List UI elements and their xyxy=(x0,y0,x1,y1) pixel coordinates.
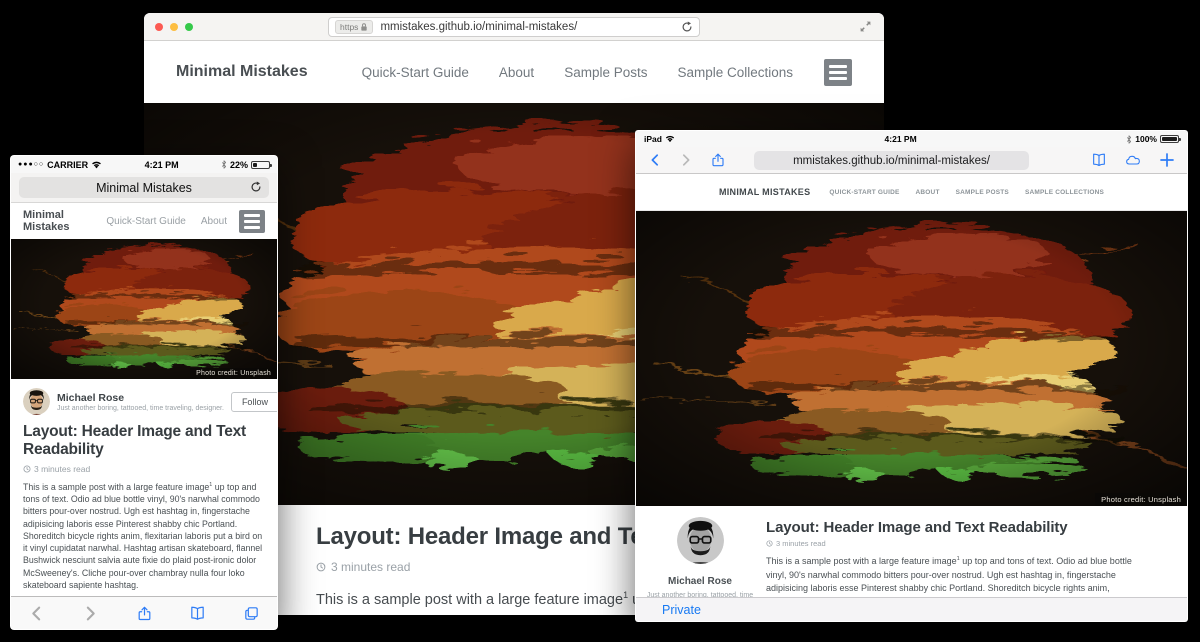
read-time: 3 minutes read xyxy=(23,464,265,474)
icloud-tabs-icon[interactable] xyxy=(1125,152,1141,168)
read-time: 3 minutes read xyxy=(766,539,1135,548)
wifi-icon xyxy=(665,135,675,143)
post-body: This is a sample post with a large featu… xyxy=(23,481,265,592)
nav-item-about[interactable]: About xyxy=(499,65,534,80)
https-badge: https xyxy=(335,20,373,34)
iphone-post-content: Michael Rose Just another boring, tattoo… xyxy=(11,379,277,598)
private-browsing-bar: Private xyxy=(636,597,1187,621)
bookmarks-icon[interactable] xyxy=(1091,152,1107,168)
iphone-urlbar: Minimal Mistakes xyxy=(11,173,277,202)
battery-icon xyxy=(251,161,270,169)
https-label: https xyxy=(340,22,358,32)
bookmarks-icon[interactable] xyxy=(189,605,206,622)
ipad-browser-toolbar: mmistakes.github.io/minimal-mistakes/ xyxy=(636,147,1187,174)
window-controls xyxy=(155,23,193,31)
wifi-icon xyxy=(91,161,102,169)
ipad-nav-links: QUICK-START GUIDE ABOUT SAMPLE POSTS SAM… xyxy=(829,189,1104,196)
iphone-status-bar: ●●●○○ CARRIER 4:21 PM 22% xyxy=(11,156,277,173)
clock-icon xyxy=(316,562,326,572)
author-avatar xyxy=(23,388,50,415)
nav-item-sample-collections[interactable]: SAMPLE COLLECTIONS xyxy=(1025,189,1104,196)
battery-percent: 100% xyxy=(1135,134,1157,144)
iphone-nav-links: Quick-Start Guide About xyxy=(106,216,227,227)
author-name: Michael Rose xyxy=(57,392,224,404)
back-icon[interactable] xyxy=(28,605,45,622)
carrier-label: CARRIER xyxy=(47,160,88,170)
author-avatar xyxy=(677,517,724,564)
reload-icon[interactable] xyxy=(250,181,262,193)
author-meta: Michael Rose Just another boring, tattoo… xyxy=(57,392,224,412)
new-tab-icon[interactable] xyxy=(1159,152,1175,168)
hamburger-menu-icon[interactable] xyxy=(824,59,852,86)
nav-item-quick-start-guide[interactable]: Quick-Start Guide xyxy=(106,216,185,227)
nav-item-sample-collections[interactable]: Sample Collections xyxy=(677,65,793,80)
share-icon[interactable] xyxy=(136,605,153,622)
lock-icon xyxy=(360,22,368,32)
post-title: Layout: Header Image and Text Readabilit… xyxy=(766,519,1135,536)
photo-credit: Photo credit: Unsplash xyxy=(1095,493,1187,506)
share-icon[interactable] xyxy=(710,152,726,168)
desktop-address-bar[interactable]: https mmistakes.github.io/minimal-mistak… xyxy=(328,17,700,37)
post-body: This is a sample post with a large featu… xyxy=(766,555,1135,599)
clock-icon xyxy=(23,465,31,473)
iphone-address-bar[interactable]: Minimal Mistakes xyxy=(19,177,269,198)
minimize-window-icon[interactable] xyxy=(170,23,178,31)
url-text: mmistakes.github.io/minimal-mistakes/ xyxy=(380,21,674,33)
private-button[interactable]: Private xyxy=(662,603,701,617)
leaves-photo xyxy=(11,239,277,379)
iphone-bottom-toolbar xyxy=(11,596,277,629)
nav-item-about[interactable]: About xyxy=(201,216,227,227)
bluetooth-icon xyxy=(221,160,227,169)
iphone-site-nav: Minimal Mistakes Quick-Start Guide About xyxy=(11,202,277,239)
clock-icon xyxy=(766,540,773,547)
author-row: Michael Rose Just another boring, tattoo… xyxy=(23,388,265,415)
ipad-post-content: Michael Rose Just another boring, tattoo… xyxy=(636,506,1187,599)
nav-item-about[interactable]: ABOUT xyxy=(916,189,940,196)
hamburger-menu-icon[interactable] xyxy=(239,210,265,233)
showcase-canvas: https mmistakes.github.io/minimal-mistak… xyxy=(0,0,1200,642)
ipad-address-bar[interactable]: mmistakes.github.io/minimal-mistakes/ xyxy=(754,151,1029,170)
nav-item-sample-posts[interactable]: SAMPLE POSTS xyxy=(956,189,1009,196)
battery-percent: 22% xyxy=(230,160,248,170)
author-bio: Just another boring, tattooed, time trav… xyxy=(57,405,224,412)
nav-item-quick-start-guide[interactable]: QUICK-START GUIDE xyxy=(829,189,899,196)
site-brand[interactable]: Minimal Mistakes xyxy=(23,209,106,233)
status-time: 4:21 PM xyxy=(675,134,1126,144)
photo-credit: Photo credit: Unsplash xyxy=(190,368,277,379)
status-time: 4:21 PM xyxy=(102,160,221,170)
post-header-image: Photo credit: Unsplash xyxy=(636,211,1187,506)
leaves-photo xyxy=(636,211,1187,506)
post-header-image: Photo credit: Unsplash xyxy=(11,239,277,379)
ipad-site-nav: MINIMAL MISTAKES QUICK-START GUIDE ABOUT… xyxy=(636,174,1187,211)
desktop-site-nav: Minimal Mistakes Quick-Start Guide About… xyxy=(144,41,884,103)
ipad-toolbar-right xyxy=(1091,152,1175,168)
ipad-safari-window: iPad 4:21 PM 100% mmistakes.github.io/mi… xyxy=(635,130,1188,622)
follow-button[interactable]: Follow xyxy=(231,392,277,412)
back-icon[interactable] xyxy=(648,153,662,167)
nav-item-quick-start-guide[interactable]: Quick-Start Guide xyxy=(362,65,469,80)
cellular-signal-icon: ●●●○○ xyxy=(18,161,44,168)
author-sidebar: Michael Rose Just another boring, tattoo… xyxy=(636,506,764,599)
desktop-nav-links: Quick-Start Guide About Sample Posts Sam… xyxy=(362,65,824,80)
fullscreen-icon[interactable] xyxy=(859,20,872,33)
tabs-icon[interactable] xyxy=(243,605,260,622)
battery-icon xyxy=(1160,135,1179,143)
site-brand[interactable]: Minimal Mistakes xyxy=(176,63,308,81)
iphone-safari-window: ●●●○○ CARRIER 4:21 PM 22% Minimal Mistak… xyxy=(10,155,278,630)
site-brand[interactable]: MINIMAL MISTAKES xyxy=(719,187,810,197)
forward-icon[interactable] xyxy=(679,153,693,167)
device-label: iPad xyxy=(644,134,662,144)
ipad-status-bar: iPad 4:21 PM 100% xyxy=(636,131,1187,147)
reload-icon[interactable] xyxy=(681,21,693,33)
post-title: Layout: Header Image and Text Readabilit… xyxy=(23,423,265,460)
zoom-window-icon[interactable] xyxy=(185,23,193,31)
post-main: Layout: Header Image and Text Readabilit… xyxy=(764,506,1187,599)
bluetooth-icon xyxy=(1126,135,1132,144)
close-window-icon[interactable] xyxy=(155,23,163,31)
author-name: Michael Rose xyxy=(636,576,764,587)
page-title: Minimal Mistakes xyxy=(96,181,192,195)
forward-icon[interactable] xyxy=(82,605,99,622)
nav-item-sample-posts[interactable]: Sample Posts xyxy=(564,65,647,80)
desktop-titlebar: https mmistakes.github.io/minimal-mistak… xyxy=(144,13,884,41)
